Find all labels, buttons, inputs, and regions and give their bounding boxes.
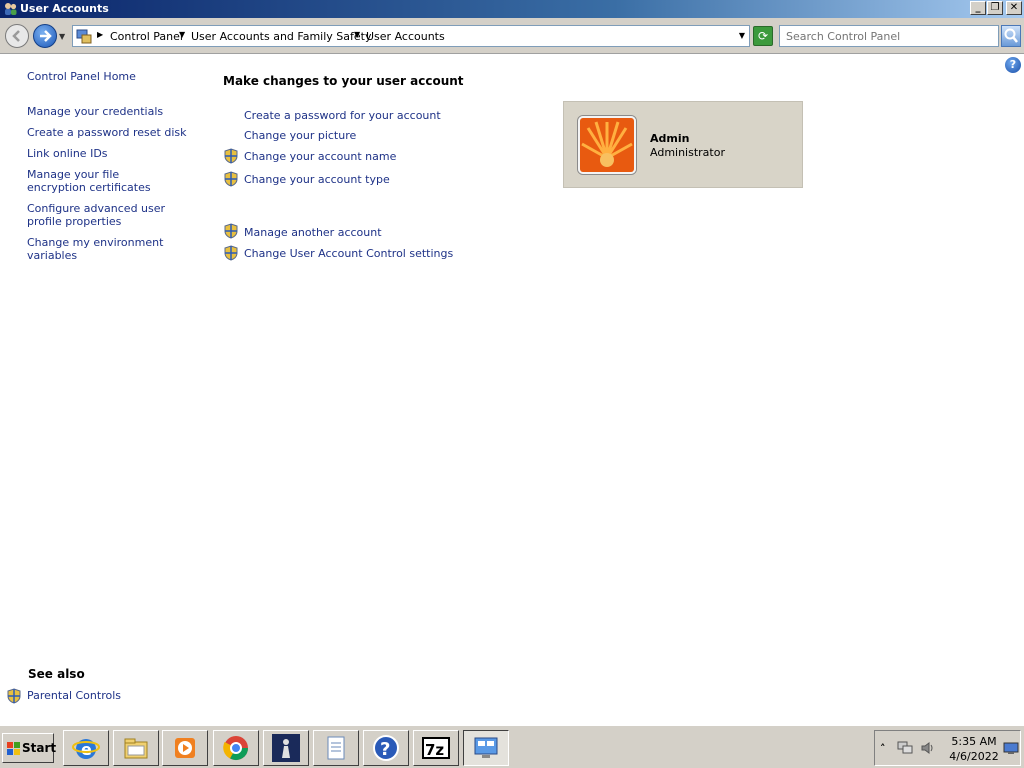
account-picture[interactable] <box>578 116 636 174</box>
volume-icon[interactable] <box>920 741 936 755</box>
back-button[interactable] <box>5 24 29 48</box>
uac-shield-icon <box>224 245 238 261</box>
create-password-link[interactable]: Create a password for your account <box>244 109 441 122</box>
account-name: Admin <box>650 132 690 145</box>
taskbar-help[interactable]: ? <box>363 730 409 766</box>
svg-text:?: ? <box>380 739 390 760</box>
sidebar-manage-file-encryption[interactable]: Manage your file encryption certificates <box>27 168 177 194</box>
close-icon: ✕ <box>1009 2 1019 13</box>
search-input[interactable] <box>780 26 998 46</box>
page-heading: Make changes to your user account <box>223 74 464 88</box>
restore-icon: ❐ <box>990 2 1000 13</box>
taskbar-file-explorer[interactable] <box>113 730 159 766</box>
manage-another-account-link[interactable]: Manage another account <box>244 226 382 239</box>
search-button[interactable] <box>1001 25 1021 47</box>
breadcrumb-user-accounts-family-safety[interactable]: User Accounts and Family Safety <box>191 30 371 43</box>
minimize-icon: _ <box>975 2 981 13</box>
system-tray: ˄ 5:35 AM 4/6/2022 <box>874 730 1021 766</box>
taskbar: Start e ? 7z ˄ 5:35 AM 4/6/2022 <box>0 725 1024 768</box>
change-uac-settings-link[interactable]: Change User Account Control settings <box>244 247 453 260</box>
file-explorer-icon <box>124 738 148 759</box>
taskbar-7zip[interactable]: 7z <box>413 730 459 766</box>
account-type: Administrator <box>650 146 725 159</box>
show-desktop-icon[interactable] <box>1003 741 1019 755</box>
clock-time: 5:35 AM <box>951 735 997 748</box>
breadcrumb-control-panel[interactable]: Control Panel <box>110 30 183 43</box>
windows-flag-icon <box>7 742 20 755</box>
address-dropdown-icon[interactable]: ▼ <box>739 31 745 40</box>
start-button[interactable]: Start <box>2 733 57 763</box>
clock-date: 4/6/2022 <box>949 750 999 763</box>
document-icon <box>327 736 345 760</box>
show-hidden-icons-button[interactable]: ˄ <box>880 742 886 755</box>
sidebar-change-environment-variables[interactable]: Change my environment variables <box>27 236 207 262</box>
change-account-type-link[interactable]: Change your account type <box>244 173 390 186</box>
svg-text:7z: 7z <box>425 741 444 759</box>
forward-arrow-icon <box>40 30 52 42</box>
close-button[interactable]: ✕ <box>1006 1 1022 15</box>
taskbar-control-panel[interactable] <box>463 730 509 766</box>
breadcrumb-user-accounts[interactable]: User Accounts <box>366 30 445 43</box>
restore-button[interactable]: ❐ <box>987 1 1003 15</box>
7zip-icon: 7z <box>422 737 450 759</box>
help-icon: ? <box>373 735 399 761</box>
minimize-button[interactable]: _ <box>970 1 986 15</box>
help-icon: ? <box>1009 58 1017 71</box>
media-player-icon <box>175 738 195 758</box>
breadcrumb-separator-icon[interactable]: ▼ <box>354 30 360 39</box>
title-bar: User Accounts _ ❐ ✕ <box>0 0 1024 18</box>
sidebar-create-password-reset-disk[interactable]: Create a password reset disk <box>27 126 207 139</box>
parental-controls-link[interactable]: Parental Controls <box>27 689 121 702</box>
change-account-name-link[interactable]: Change your account name <box>244 150 396 163</box>
taskbar-document[interactable] <box>313 730 359 766</box>
clock[interactable]: 5:35 AM 4/6/2022 <box>949 734 999 764</box>
address-toolbar: ▼ ▶ Control Panel ▼ User Accounts and Fa… <box>0 18 1024 54</box>
control-panel-icon <box>76 29 92 44</box>
breadcrumb-separator-icon[interactable]: ▼ <box>179 30 185 39</box>
back-arrow-icon <box>12 30 20 42</box>
window-title: User Accounts <box>20 2 109 15</box>
account-card: Admin Administrator <box>563 101 803 188</box>
forward-button[interactable] <box>33 24 57 48</box>
sidebar-manage-credentials[interactable]: Manage your credentials <box>27 105 207 118</box>
refresh-button[interactable]: ⟳ <box>753 26 773 46</box>
taskbar-media-player[interactable] <box>162 730 208 766</box>
taskbar-internet-explorer[interactable]: e <box>63 730 109 766</box>
taskbar-chrome[interactable] <box>213 730 259 766</box>
search-field[interactable] <box>779 25 999 47</box>
control-panel-icon <box>474 737 498 758</box>
taskbar-chess[interactable] <box>263 730 309 766</box>
network-icon[interactable] <box>897 741 913 755</box>
address-field[interactable]: ▶ Control Panel ▼ User Accounts and Fami… <box>72 25 750 47</box>
chrome-icon <box>223 736 248 761</box>
breadcrumb-separator-icon[interactable]: ▶ <box>97 30 103 39</box>
internet-explorer-icon: e <box>72 739 100 759</box>
sidebar-configure-user-profile[interactable]: Configure advanced user profile properti… <box>27 202 192 228</box>
help-button[interactable]: ? <box>1005 57 1021 73</box>
refresh-icon: ⟳ <box>757 29 769 43</box>
uac-shield-icon <box>7 688 21 704</box>
uac-shield-icon <box>224 171 238 187</box>
chess-icon <box>272 734 300 762</box>
users-icon <box>5 3 17 15</box>
uac-shield-icon <box>224 223 238 239</box>
sidebar-control-panel-home[interactable]: Control Panel Home <box>27 70 207 83</box>
search-icon <box>1004 28 1018 43</box>
change-picture-link[interactable]: Change your picture <box>244 129 356 142</box>
orange-flower-picture <box>580 118 634 172</box>
recent-pages-dropdown[interactable]: ▼ <box>59 32 68 41</box>
uac-shield-icon <box>224 148 238 164</box>
start-label: Start <box>22 741 57 755</box>
sidebar-link-online-ids[interactable]: Link online IDs <box>27 147 207 160</box>
see-also-heading: See also <box>28 667 85 681</box>
